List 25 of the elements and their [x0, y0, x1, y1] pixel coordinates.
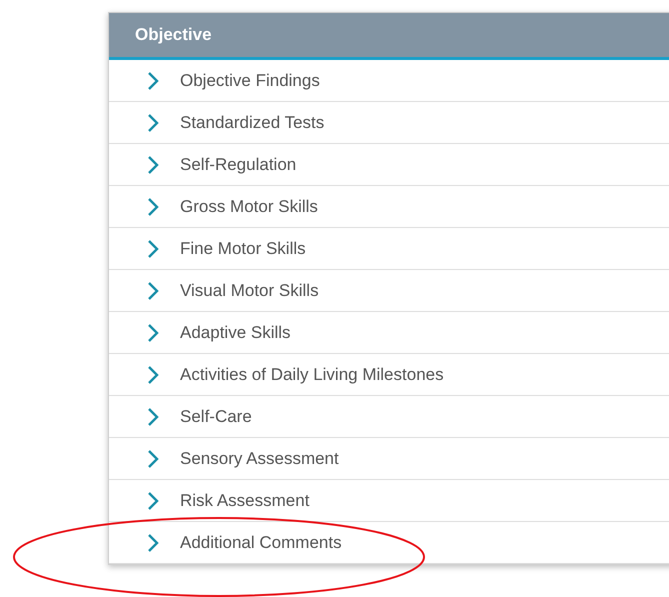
section-row[interactable]: Fine Motor Skills — [109, 228, 669, 270]
section-row[interactable]: Visual Motor Skills — [109, 270, 669, 312]
chevron-right-icon — [146, 154, 160, 174]
section-row[interactable]: Adaptive Skills — [109, 312, 669, 354]
chevron-right-icon — [146, 448, 160, 468]
section-row[interactable]: Objective Findings — [109, 60, 669, 102]
chevron-right-icon — [146, 364, 160, 384]
section-row[interactable]: Sensory Assessment — [109, 438, 669, 480]
section-row[interactable]: Additional Comments — [109, 522, 669, 564]
chevron-right-icon — [146, 490, 160, 510]
chevron-right-icon — [146, 280, 160, 300]
section-row[interactable]: Standardized Tests — [109, 102, 669, 144]
chevron-right-icon — [146, 532, 160, 552]
chevron-right-icon — [146, 196, 160, 216]
section-row[interactable]: Self-Care — [109, 396, 669, 438]
panel-title: Objective — [135, 25, 212, 45]
section-row[interactable]: Risk Assessment — [109, 480, 669, 522]
chevron-right-icon — [146, 406, 160, 426]
section-row[interactable]: Self-Regulation — [109, 144, 669, 186]
chevron-right-icon — [146, 112, 160, 132]
chevron-right-icon — [146, 238, 160, 258]
section-row[interactable]: Activities of Daily Living Milestones — [109, 354, 669, 396]
chevron-right-icon — [146, 70, 160, 90]
section-row[interactable]: Gross Motor Skills — [109, 186, 669, 228]
chevron-right-icon — [146, 322, 160, 342]
